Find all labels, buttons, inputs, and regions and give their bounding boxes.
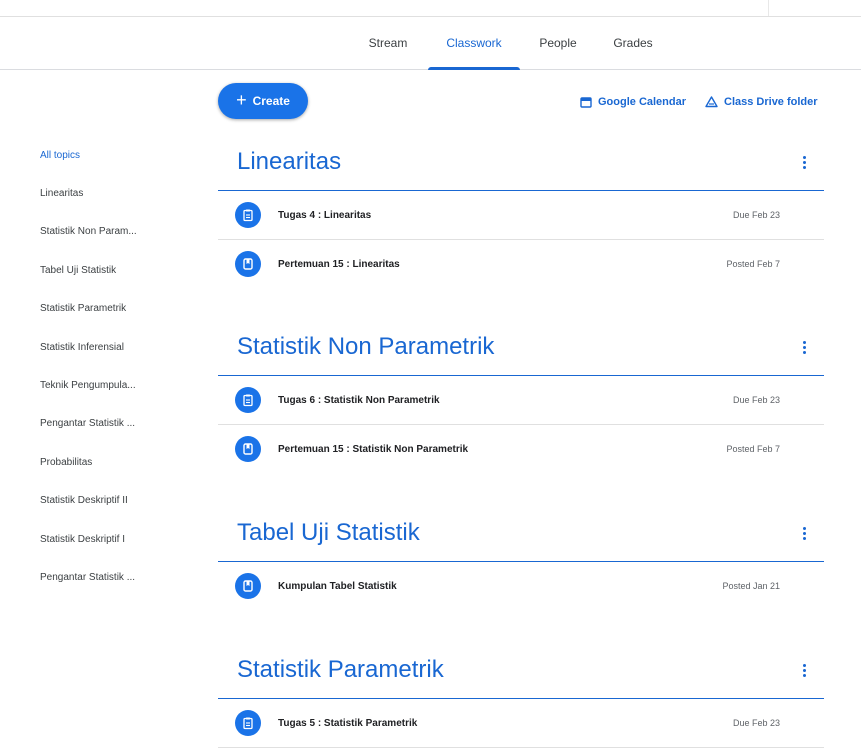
classwork-item-title: Tugas 4 : Linearitas [278,209,372,221]
topic-title[interactable]: Statistik Non Parametrik [237,327,494,367]
assignment-icon [235,387,261,413]
sidebar-item-statistik-inferensial[interactable]: Statistik Inferensial [40,328,200,366]
topic-more-options-icon[interactable] [792,521,816,545]
sidebar-item-pengantar-statistik-a[interactable]: Pengantar Statistik ... [40,405,200,443]
sidebar-item-linearitas[interactable]: Linearitas [40,174,200,212]
classwork-item-title: Kumpulan Tabel Statistik [278,580,397,592]
material-icon [235,436,261,462]
create-button-label: Create [252,94,290,108]
classwork-item-title: Tugas 6 : Statistik Non Parametrik [278,394,440,406]
topic-section: Tabel Uji Statistik Kumpulan Tabel Stati… [218,513,824,613]
sidebar-item-statistik-deskriptif-ii[interactable]: Statistik Deskriptif II [40,482,200,520]
material-icon [235,573,261,599]
classwork-item[interactable]: Pertemuan 15 : Linearitas Posted Feb 7 [218,240,824,288]
sidebar-item-teknik-pengumpulan[interactable]: Teknik Pengumpula... [40,366,200,404]
sidebar-item-statistik-deskriptif-i[interactable]: Statistik Deskriptif I [40,520,200,558]
classwork-item-date: Posted Feb 7 [726,259,780,269]
classwork-item-title: Pertemuan 15 : Statistik Non Parametrik [278,443,469,455]
top-strip [0,0,861,17]
classwork-item-title: Pertemuan 15 : Linearitas [278,258,400,270]
classwork-item-date: Due Feb 23 [732,210,780,220]
topic-title[interactable]: Linearitas [237,142,341,182]
assignment-icon [235,202,261,228]
top-strip-divider [768,0,769,16]
classwork-item-title: Tugas 5 : Statistik Parametrik [278,717,418,729]
create-button[interactable]: + Create [218,83,308,119]
classwork-item-date: Posted Jan 21 [722,581,780,591]
sidebar-item-tabel-uji-statistik[interactable]: Tabel Uji Statistik [40,251,200,289]
classwork-item[interactable]: Tugas 5 : Statistik Parametrik Due Feb 2… [218,699,824,748]
calendar-icon [580,97,592,108]
classwork-item-date: Posted Feb 7 [726,444,780,454]
topic-section: Statistik Non Parametrik Tugas 6 : Stati… [218,327,824,487]
tab-grades[interactable]: Grades [600,17,666,69]
tab-people[interactable]: People [530,17,586,69]
classwork-item-date: Due Feb 23 [732,718,780,728]
topics-sidebar: All topics Linearitas Statistik Non Para… [40,136,200,597]
class-drive-folder-link[interactable]: Class Drive folder [705,94,818,110]
classwork-item[interactable]: Kumpulan Tabel Statistik Posted Jan 21 [218,562,824,610]
sidebar-item-statistik-non-parametrik[interactable]: Statistik Non Param... [40,213,200,251]
classwork-item-date: Due Feb 23 [732,395,780,405]
assignment-icon [235,710,261,736]
topic-more-options-icon[interactable] [792,335,816,359]
classwork-item[interactable]: Pertemuan 15 : Statistik Non Parametrik … [218,425,824,473]
classwork-item[interactable]: Tugas 4 : Linearitas Due Feb 23 [218,191,824,240]
topic-more-options-icon[interactable] [792,150,816,174]
topic-title[interactable]: Statistik Parametrik [237,650,444,690]
sidebar-item-statistik-parametrik[interactable]: Statistik Parametrik [40,290,200,328]
drive-icon [705,96,718,108]
topic-section: Linearitas Tugas 4 : Linearitas Due Feb … [218,142,824,302]
tab-stream[interactable]: Stream [356,17,420,69]
sidebar-item-all-topics[interactable]: All topics [40,136,200,174]
topic-section: Statistik Parametrik Tugas 5 : Statistik… [218,650,824,750]
sidebar-item-pengantar-statistik-b[interactable]: Pengantar Statistik ... [40,558,200,596]
topic-more-options-icon[interactable] [792,658,816,682]
tab-bar: Stream Classwork People Grades [0,17,861,70]
material-icon [235,251,261,277]
topic-title[interactable]: Tabel Uji Statistik [237,513,420,553]
sidebar-item-probabilitas[interactable]: Probabilitas [40,443,200,481]
plus-icon: + [236,90,247,110]
google-calendar-label: Google Calendar [598,96,687,108]
google-calendar-link[interactable]: Google Calendar [580,94,686,110]
classwork-item[interactable]: Tugas 6 : Statistik Non Parametrik Due F… [218,376,824,425]
tab-classwork[interactable]: Classwork [428,17,520,70]
class-drive-folder-label: Class Drive folder [724,96,818,108]
classroom-page: Stream Classwork People Grades + Create … [0,0,861,755]
